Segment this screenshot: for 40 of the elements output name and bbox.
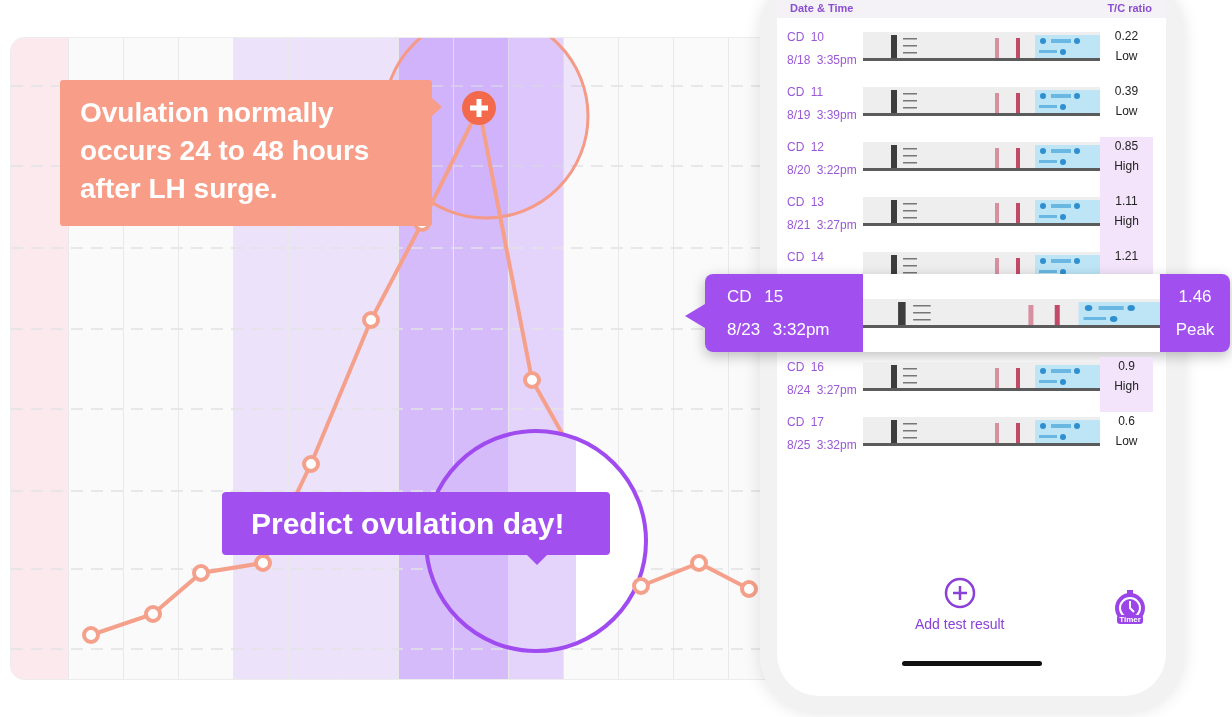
cycle-day: CD 11: [787, 85, 863, 99]
level-label: High: [1114, 379, 1139, 393]
level-label: Peak: [1175, 319, 1215, 340]
ovulation-note: Ovulation normally occurs 24 to 48 hours after LH surge.: [60, 80, 432, 226]
test-date: 8/18 3:35pm: [787, 53, 858, 67]
test-date: 8/25 3:32pm: [787, 438, 858, 452]
plus-circle-icon: [943, 577, 976, 609]
cycle-day: CD 15: [727, 286, 863, 307]
predict-note: Predict ovulation day!: [222, 492, 610, 555]
cycle-day: CD 12: [787, 140, 863, 154]
ratio-value: 0.85: [1114, 139, 1139, 153]
timer-button[interactable]: Timer: [1112, 589, 1148, 629]
test-date: 8/23 3:32pm: [727, 319, 831, 340]
ratio-value: 0.22: [1114, 29, 1139, 43]
level-label: High: [1114, 214, 1139, 228]
plus-icon: [462, 91, 496, 125]
ratio-value: 1.21: [1114, 249, 1139, 263]
level-label: High: [1114, 159, 1139, 173]
cycle-day: CD 13: [787, 195, 863, 209]
ratio-value: 0.9: [1118, 359, 1135, 373]
ratio-value: 0.6: [1118, 414, 1135, 428]
cycle-day: CD 17: [787, 415, 863, 429]
cycle-day: CD 14: [787, 250, 863, 264]
callout-pointer: [527, 555, 547, 565]
column-header: Date & Time: [790, 2, 854, 14]
cycle-day: CD 16: [787, 360, 863, 374]
test-date: 8/24 3:27pm: [787, 383, 858, 397]
test-date: 8/20 3:22pm: [787, 163, 858, 177]
level-label: Low: [1115, 434, 1138, 448]
level-label: Low: [1115, 104, 1138, 118]
ratio-value: 1.46: [1178, 286, 1212, 307]
ratio-value: 0.39: [1114, 84, 1139, 98]
cycle-day: CD 10: [787, 30, 863, 44]
ratio-value: 1.11: [1115, 194, 1138, 208]
column-header: T/C ratio: [1107, 2, 1152, 14]
callout-pointer: [432, 98, 442, 116]
test-date: 8/21 3:27pm: [787, 218, 858, 232]
test-date: 8/19 3:39pm: [787, 108, 858, 122]
add-test-result-button[interactable]: Add test result: [915, 577, 1005, 632]
level-label: Low: [1115, 49, 1138, 63]
